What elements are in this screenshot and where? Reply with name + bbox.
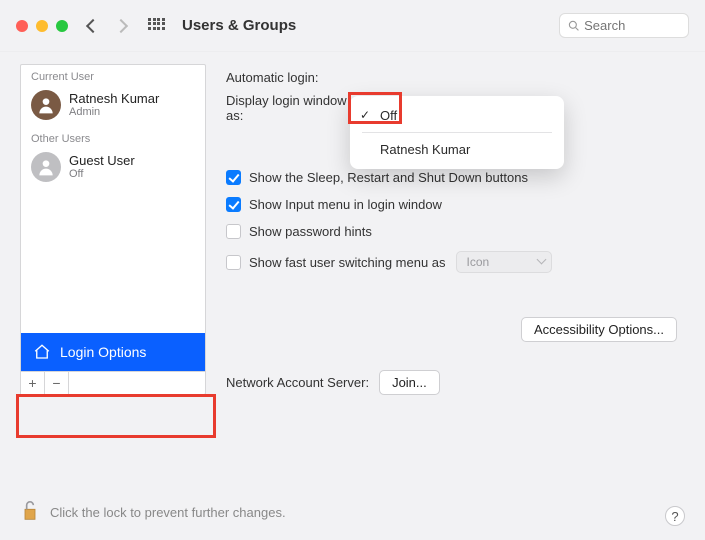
search-field[interactable] bbox=[559, 13, 689, 38]
window-controls bbox=[16, 20, 68, 32]
login-options-button[interactable]: Login Options bbox=[21, 333, 205, 371]
show-all-icon[interactable] bbox=[148, 18, 164, 34]
avatar bbox=[31, 152, 61, 182]
dropdown-item-user[interactable]: Ratnesh Kumar bbox=[350, 136, 564, 163]
current-user-heading: Current User bbox=[21, 65, 205, 85]
auto-login-label: Automatic login: bbox=[226, 70, 352, 85]
close-window-icon[interactable] bbox=[16, 20, 28, 32]
network-server-label: Network Account Server: bbox=[226, 375, 369, 390]
sidebar-footer: + − bbox=[21, 371, 205, 394]
minimize-window-icon[interactable] bbox=[36, 20, 48, 32]
footer: Click the lock to prevent further change… bbox=[0, 485, 705, 540]
guest-user-row[interactable]: Guest User Off bbox=[21, 147, 205, 189]
help-button[interactable]: ? bbox=[665, 506, 685, 526]
fast-switch-select[interactable]: Icon bbox=[456, 251, 552, 273]
auto-login-dropdown[interactable]: Off Ratnesh Kumar bbox=[350, 96, 564, 169]
dropdown-divider bbox=[362, 132, 552, 133]
fast-switch-label: Show fast user switching menu as bbox=[249, 255, 446, 270]
search-input[interactable] bbox=[584, 18, 680, 33]
forward-button bbox=[114, 18, 128, 32]
password-hints-checkbox[interactable] bbox=[226, 224, 241, 239]
zoom-window-icon[interactable] bbox=[56, 20, 68, 32]
avatar bbox=[31, 90, 61, 120]
login-options-label: Login Options bbox=[60, 344, 146, 360]
input-menu-label: Show Input menu in login window bbox=[249, 197, 442, 212]
input-menu-checkbox[interactable] bbox=[226, 197, 241, 212]
guest-user-name: Guest User bbox=[69, 154, 135, 168]
back-button[interactable] bbox=[86, 18, 100, 32]
highlight-login-options-annotation bbox=[16, 394, 216, 438]
password-hints-label: Show password hints bbox=[249, 224, 372, 239]
lock-icon[interactable] bbox=[20, 499, 40, 526]
current-user-role: Admin bbox=[69, 106, 159, 118]
user-sidebar: Current User Ratnesh Kumar Admin Other U… bbox=[20, 64, 206, 395]
lock-text: Click the lock to prevent further change… bbox=[50, 505, 286, 520]
toolbar: Users & Groups bbox=[0, 0, 705, 52]
search-icon bbox=[568, 19, 579, 32]
sleep-restart-checkbox[interactable] bbox=[226, 170, 241, 185]
display-login-label: Display login window as: bbox=[226, 93, 352, 123]
join-button[interactable]: Join... bbox=[379, 370, 440, 395]
fast-switch-checkbox[interactable] bbox=[226, 255, 241, 270]
nav-buttons bbox=[88, 21, 126, 31]
guest-user-status: Off bbox=[69, 168, 135, 180]
current-user-row[interactable]: Ratnesh Kumar Admin bbox=[21, 85, 205, 127]
current-user-name: Ratnesh Kumar bbox=[69, 92, 159, 106]
dropdown-item-off[interactable]: Off bbox=[350, 102, 564, 129]
sleep-restart-label: Show the Sleep, Restart and Shut Down bu… bbox=[249, 170, 528, 185]
accessibility-options-button[interactable]: Accessibility Options... bbox=[521, 317, 677, 342]
add-user-button[interactable]: + bbox=[21, 372, 45, 394]
remove-user-button[interactable]: − bbox=[45, 372, 69, 394]
house-icon bbox=[33, 343, 51, 361]
other-users-heading: Other Users bbox=[21, 127, 205, 147]
pane-title: Users & Groups bbox=[182, 17, 296, 34]
